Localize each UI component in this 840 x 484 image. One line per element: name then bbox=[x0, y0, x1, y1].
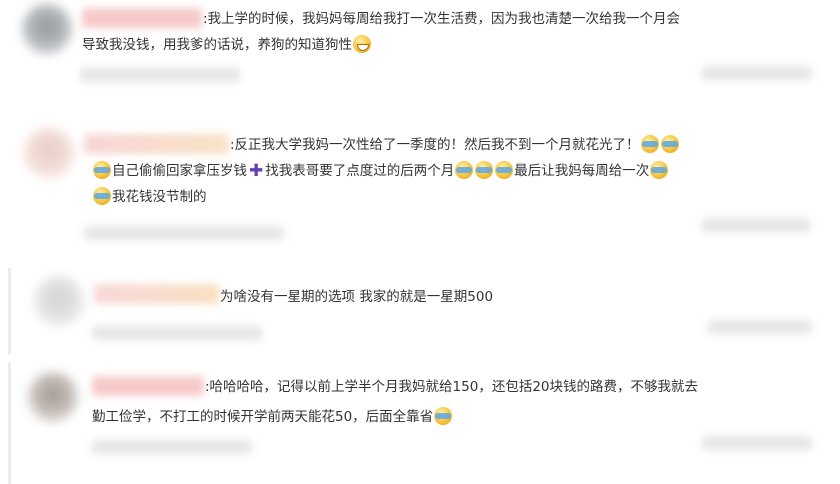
comment-text: 勤工俭学，不打工的时候开学前两天能花50，后面全靠省 bbox=[92, 404, 832, 430]
comment-meta-blurred bbox=[84, 226, 284, 240]
avatar[interactable] bbox=[28, 372, 78, 422]
crying-laughing-face-icon bbox=[455, 161, 474, 179]
comment-meta-blurred bbox=[80, 68, 240, 82]
like-count-blurred[interactable] bbox=[708, 320, 812, 334]
comment-text-segment: 最后让我妈每周给一次 bbox=[514, 163, 650, 179]
cross-icon: ✚ bbox=[249, 161, 264, 181]
crying-laughing-face-icon bbox=[650, 161, 669, 179]
comment-text-line1: :哈哈哈哈，记得以前上学半个月我妈就给150，还包括20块钱的路费，不够我就去 bbox=[205, 379, 698, 395]
crying-laughing-face-icon bbox=[93, 187, 111, 205]
comment-item: :我上学的时候，我妈妈每周给我打一次生活费，因为我也清楚一次给我一个月会 导致我… bbox=[0, 0, 840, 110]
like-count-blurred[interactable] bbox=[702, 66, 812, 80]
crying-laughing-face-icon bbox=[93, 161, 111, 179]
comment-text: 为啥没有一星期的选项 我家的就是一星期500 bbox=[220, 284, 820, 310]
crying-laughing-face-icon bbox=[434, 407, 453, 425]
avatar[interactable] bbox=[22, 4, 72, 54]
username-blurred[interactable] bbox=[82, 8, 202, 28]
comment-text: 导致我没钱，用我爹的话说，养狗的知道狗性 bbox=[82, 32, 822, 58]
comment-text: :反正我大学我妈一次性给了一季度的！然后我不到一个月就花光了！ bbox=[230, 132, 830, 158]
crying-laughing-face-icon bbox=[640, 135, 659, 153]
comment-text: 自己偷偷回家拿压岁钱 ✚ 找我表哥要了点度过的后两个月 最后让我妈每周给一次 bbox=[92, 158, 832, 184]
crying-laughing-face-icon bbox=[475, 161, 494, 179]
comment-text: :我上学的时候，我妈妈每周给我打一次生活费，因为我也清楚一次给我一个月会 bbox=[203, 6, 823, 32]
comment-text-line1: :我上学的时候，我妈妈每周给我打一次生活费，因为我也清楚一次给我一个月会 bbox=[203, 11, 681, 27]
comment-text-segment: 找我表哥要了点度过的后两个月 bbox=[265, 163, 455, 179]
crying-laughing-face-icon bbox=[495, 161, 514, 179]
comment-text-line2: 勤工俭学，不打工的时候开学前两天能花50，后面全靠省 bbox=[92, 409, 434, 425]
username-blurred[interactable] bbox=[84, 134, 229, 154]
username-blurred[interactable] bbox=[92, 376, 204, 396]
grin-face-icon bbox=[353, 35, 371, 53]
comment-item: 为啥没有一星期的选项 我家的就是一星期500 bbox=[0, 268, 840, 354]
like-count-blurred[interactable] bbox=[702, 436, 812, 450]
avatar[interactable] bbox=[24, 128, 74, 178]
username-blurred[interactable] bbox=[94, 284, 219, 304]
comment-text: :哈哈哈哈，记得以前上学半个月我妈就给150，还包括20块钱的路费，不够我就去 bbox=[205, 374, 835, 400]
comment-text: 我花钱没节制的 bbox=[92, 184, 832, 210]
comment-text-line2: 导致我没钱，用我爹的话说，养狗的知道狗性 bbox=[82, 37, 352, 53]
comment-text-line1: 为啥没有一星期的选项 我家的就是一星期500 bbox=[220, 289, 494, 305]
comment-item: :哈哈哈哈，记得以前上学半个月我妈就给150，还包括20块钱的路费，不够我就去 … bbox=[0, 362, 840, 484]
comment-text-line1: :反正我大学我妈一次性给了一季度的！然后我不到一个月就花光了！ bbox=[230, 137, 640, 153]
comment-meta-blurred bbox=[92, 440, 252, 454]
comment-text-line3: 我花钱没节制的 bbox=[112, 189, 207, 205]
like-count-blurred[interactable] bbox=[702, 218, 810, 232]
comment-text-segment: 自己偷偷回家拿压岁钱 bbox=[112, 163, 247, 179]
comment-meta-blurred bbox=[92, 326, 262, 340]
comment-item: :反正我大学我妈一次性给了一季度的！然后我不到一个月就花光了！ 自己偷偷回家拿压… bbox=[0, 118, 840, 263]
avatar[interactable] bbox=[34, 276, 84, 326]
crying-laughing-face-icon bbox=[660, 135, 679, 153]
